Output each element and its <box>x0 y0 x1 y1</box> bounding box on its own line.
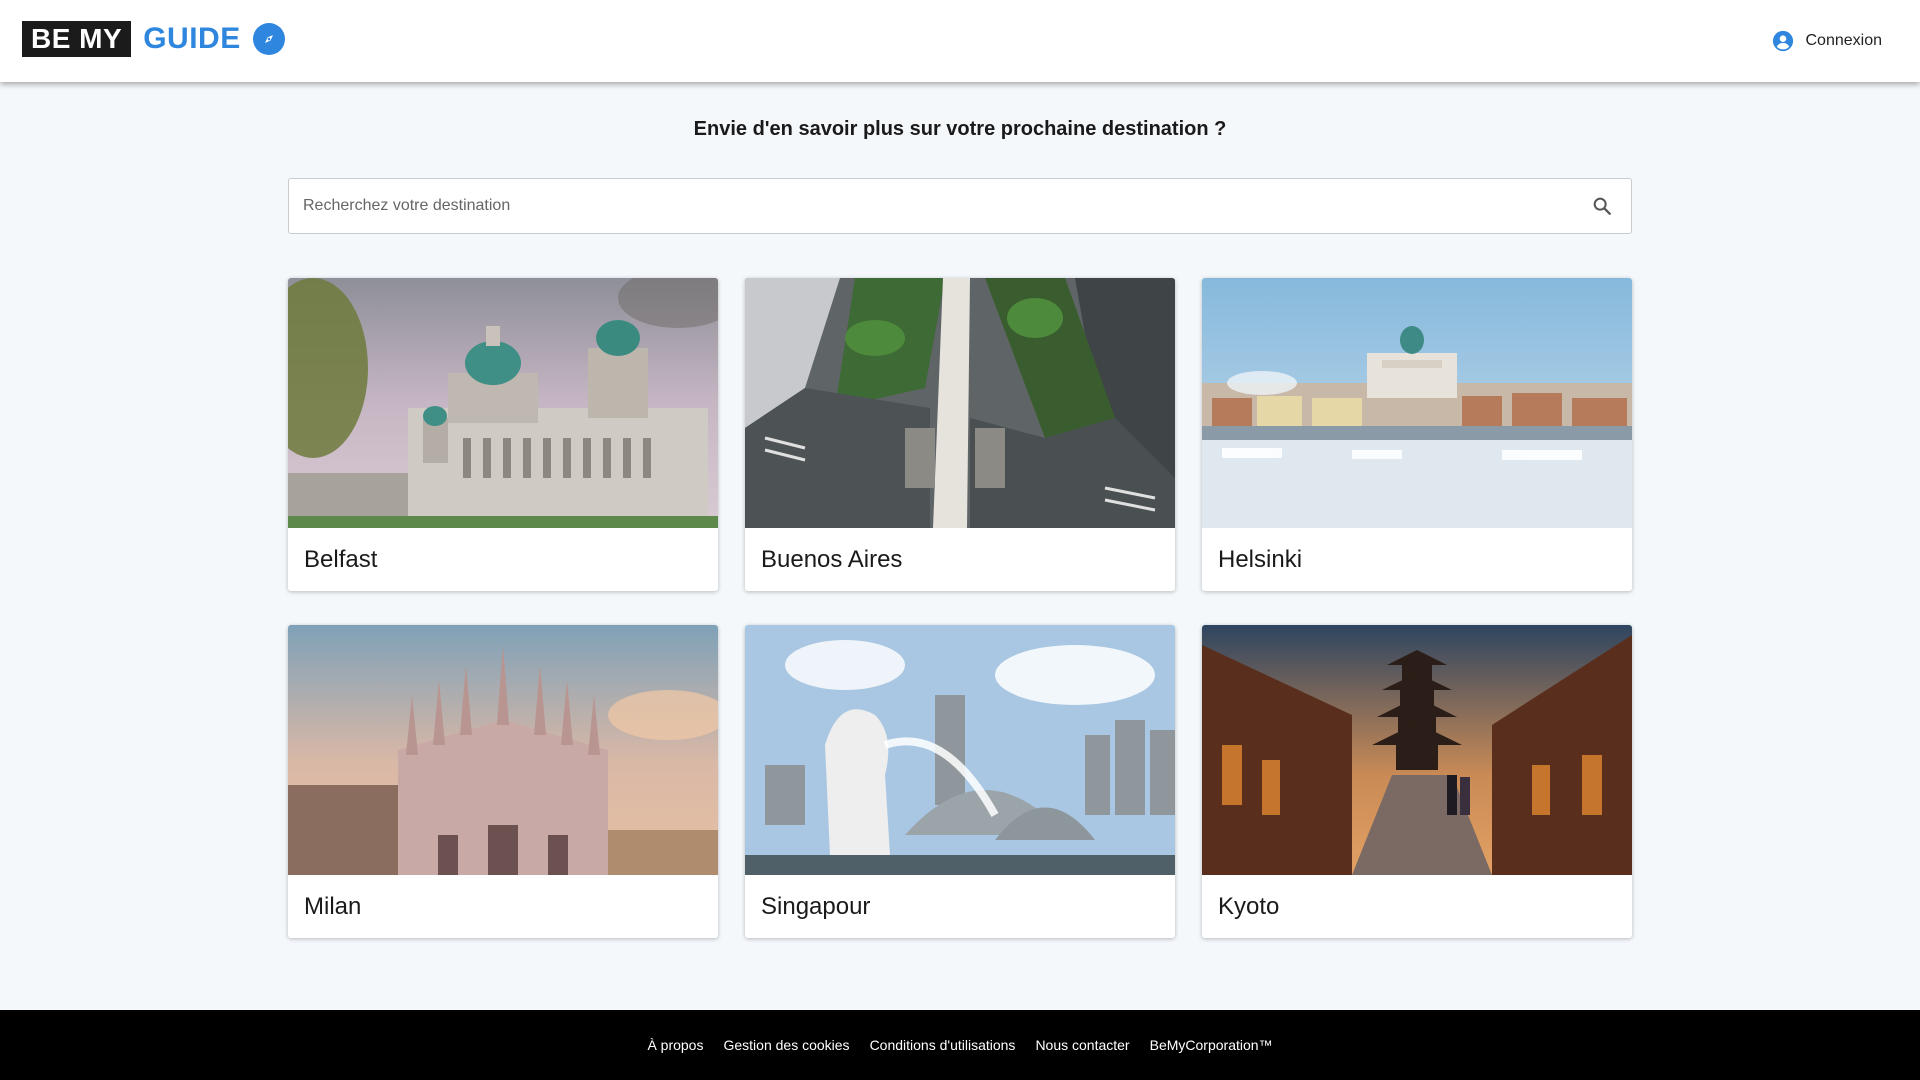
destinations-grid: Belfast Buenos Aires Helsinki Milan Sing… <box>288 278 1632 938</box>
destination-image-singapour <box>745 625 1175 875</box>
login-label: Connexion <box>1805 32 1883 49</box>
destination-name: Buenos Aires <box>761 545 903 573</box>
logo-guide-text: GUIDE <box>143 22 241 55</box>
top-bar: BE MY GUIDE Connexion <box>0 0 1920 82</box>
destination-image-helsinki <box>1202 278 1632 528</box>
account-circle-icon <box>1772 30 1793 52</box>
destination-card-milan[interactable]: Milan <box>288 625 718 938</box>
destination-name: Singapour <box>761 892 871 920</box>
site-footer: À propos Gestion des cookies Conditions … <box>0 1010 1920 1080</box>
logo-be-my-text: BE MY <box>22 21 132 57</box>
destination-name: Helsinki <box>1218 545 1303 573</box>
destination-card-belfast[interactable]: Belfast <box>288 278 718 591</box>
footer-link-about[interactable]: À propos <box>647 1037 703 1053</box>
search-bar[interactable] <box>288 178 1632 234</box>
destination-image-buenos-aires <box>745 278 1175 528</box>
destination-name: Belfast <box>304 545 378 573</box>
destination-image-belfast <box>288 278 718 528</box>
destination-image-kyoto <box>1202 625 1632 875</box>
footer-link-contact[interactable]: Nous contacter <box>1035 1037 1129 1053</box>
search-input[interactable] <box>289 179 1579 233</box>
footer-link-cookies[interactable]: Gestion des cookies <box>723 1037 849 1053</box>
page-headline: Envie d'en savoir plus sur votre prochai… <box>693 118 1227 140</box>
search-icon[interactable] <box>1591 195 1613 217</box>
login-button[interactable]: Connexion <box>1772 26 1883 56</box>
compass-icon <box>252 23 285 55</box>
destination-name: Milan <box>304 892 362 920</box>
destination-image-milan <box>288 625 718 875</box>
site-logo[interactable]: BE MY GUIDE <box>22 21 285 57</box>
footer-link-terms[interactable]: Conditions d'utilisations <box>870 1037 1016 1053</box>
destination-card-kyoto[interactable]: Kyoto <box>1202 625 1632 938</box>
destination-card-helsinki[interactable]: Helsinki <box>1202 278 1632 591</box>
footer-link-corporation[interactable]: BeMyCorporation™ <box>1150 1037 1273 1053</box>
destination-card-singapour[interactable]: Singapour <box>745 625 1175 938</box>
destination-card-buenos-aires[interactable]: Buenos Aires <box>745 278 1175 591</box>
destination-name: Kyoto <box>1218 892 1280 920</box>
